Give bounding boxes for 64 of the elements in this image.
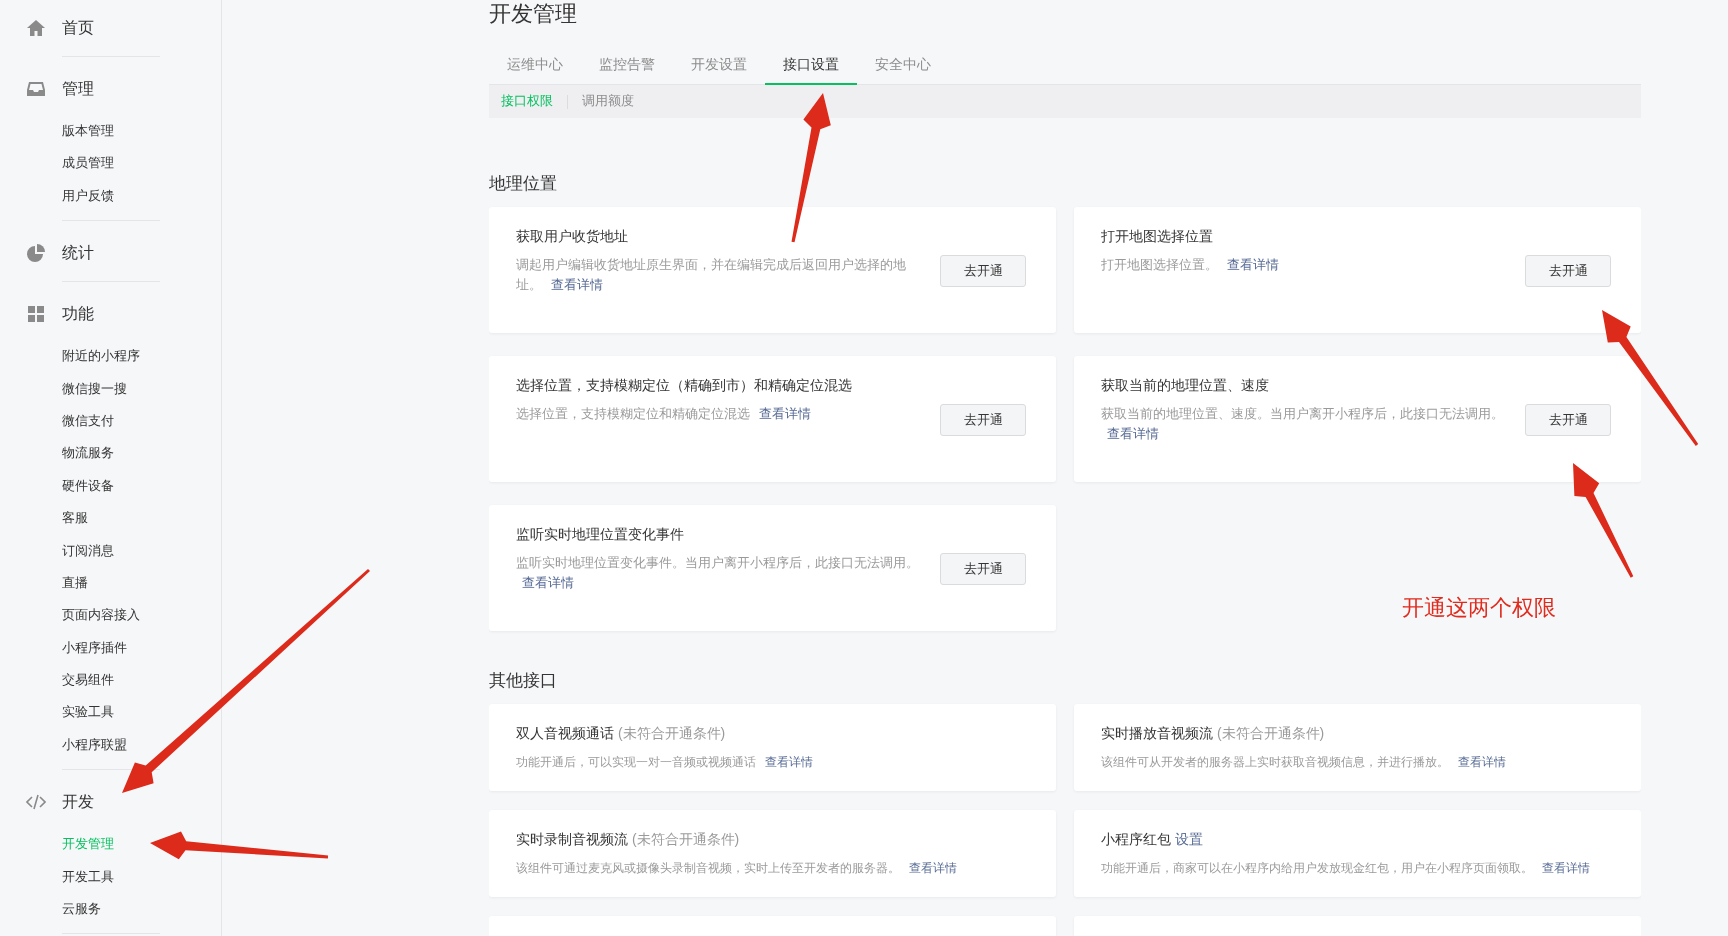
details-link[interactable]: 查看详情: [522, 576, 574, 590]
pie-chart-icon: [26, 243, 46, 264]
sidebar-section-label[interactable]: 管理: [62, 77, 94, 101]
sidebar-item[interactable]: 小程序插件: [0, 631, 221, 665]
card-title: 选择位置，支持模糊定位（精确到市）和精确定位混选: [516, 376, 853, 394]
sidebar-item[interactable]: 用户反馈: [0, 179, 221, 213]
enable-button[interactable]: 去开通: [940, 255, 1026, 287]
sidebar-item[interactable]: 页面内容接入: [0, 599, 221, 632]
sidebar-item[interactable]: 版本管理: [0, 115, 221, 148]
card-description: 调起用户编辑收货地址原生界面，并在编辑完成后返回用户选择的地址。 查看详情: [516, 257, 907, 294]
enable-button[interactable]: 去开通: [940, 553, 1026, 585]
enable-button[interactable]: 去开通: [1525, 404, 1611, 436]
details-link[interactable]: 查看详情: [909, 861, 958, 875]
card-title: 实时播放音视频流 (未符合开通条件): [1101, 724, 1326, 742]
card-description: 该组件可通过麦克风或摄像头录制音视频，实时上传至开发者的服务器。 查看详情: [516, 860, 959, 877]
details-link[interactable]: 查看详情: [765, 755, 814, 769]
section-title: 地理位置: [489, 173, 558, 195]
card-description: 监听实时地理位置变化事件。当用户离开小程序后，此接口无法调用。 查看详情: [516, 555, 920, 592]
card-title: 小程序红包 设置: [1101, 830, 1204, 848]
details-link[interactable]: 查看详情: [1107, 427, 1159, 441]
sidebar-section-label[interactable]: 统计: [62, 241, 94, 266]
card-title: 获取当前的地理位置、速度: [1101, 376, 1270, 394]
card-description: 打开地图选择位置。 查看详情: [1101, 257, 1281, 274]
section-title: 其他接口: [489, 670, 558, 692]
card-description: 选择位置，支持模糊定位和精确定位混选 查看详情: [516, 406, 813, 423]
card-title: 打开地图选择位置: [1101, 227, 1214, 245]
sidebar-item[interactable]: 开发工具: [0, 860, 221, 894]
sidebar-item[interactable]: 成员管理: [0, 147, 221, 180]
sidebar-item[interactable]: 微信搜一搜: [0, 372, 221, 405]
sidebar-item[interactable]: 直播: [0, 566, 221, 600]
enable-button[interactable]: 去开通: [1525, 255, 1611, 287]
card-description: 功能开通后，可以实现一对一音频或视频通话 查看详情: [516, 754, 815, 771]
details-link[interactable]: 查看详情: [1542, 861, 1591, 875]
annotation-text: 开通这两个权限: [1402, 594, 1556, 622]
sidebar-item[interactable]: 云服务: [0, 893, 221, 926]
sidebar-item[interactable]: 实验工具: [0, 696, 221, 729]
sidebar-item[interactable]: 小程序联盟: [0, 728, 221, 762]
card-title: 双人音视频通话 (未符合开通条件): [516, 724, 727, 742]
card-description: 获取当前的地理位置、速度。当用户离开小程序后，此接口无法调用。 查看详情: [1101, 406, 1505, 443]
card-description: 功能开通后，商家可以在小程序内给用户发放现金红包，用户在小程序页面领取。 查看详情: [1101, 860, 1592, 877]
enable-button[interactable]: 去开通: [940, 404, 1026, 436]
inbox-tray-icon: [26, 79, 46, 99]
home-icon: [26, 18, 46, 38]
sidebar-section-label[interactable]: 开发: [62, 790, 94, 815]
page-title: 开发管理: [489, 0, 578, 28]
details-link[interactable]: 查看详情: [1458, 755, 1507, 769]
sidebar-item[interactable]: 订阅消息: [0, 534, 221, 567]
card-title: 获取用户收货地址: [516, 227, 629, 245]
sidebar-section-label[interactable]: 功能: [62, 302, 94, 327]
sidebar-item[interactable]: 硬件设备: [0, 469, 221, 503]
details-link[interactable]: 查看详情: [551, 278, 604, 292]
settings-link[interactable]: 设置: [1174, 831, 1203, 847]
card-description: 该组件可从开发者的服务器上实时获取音视频信息，并进行播放。 查看详情: [1101, 754, 1508, 771]
details-link[interactable]: 查看详情: [1227, 258, 1280, 272]
sidebar-item[interactable]: 微信支付: [0, 404, 221, 438]
sidebar-item[interactable]: 物流服务: [0, 437, 221, 470]
grid-icon: [26, 304, 46, 325]
details-link[interactable]: 查看详情: [759, 407, 812, 421]
card-title: 实时录制音视频流 (未符合开通条件): [516, 830, 741, 848]
sidebar-item[interactable]: 交易组件: [0, 664, 221, 697]
sidebar-item[interactable]: 附近的小程序: [0, 340, 221, 373]
card-title: 监听实时地理位置变化事件: [516, 525, 685, 543]
sidebar-item[interactable]: 客服: [0, 502, 221, 535]
sidebar-section-label[interactable]: 首页: [62, 16, 94, 40]
